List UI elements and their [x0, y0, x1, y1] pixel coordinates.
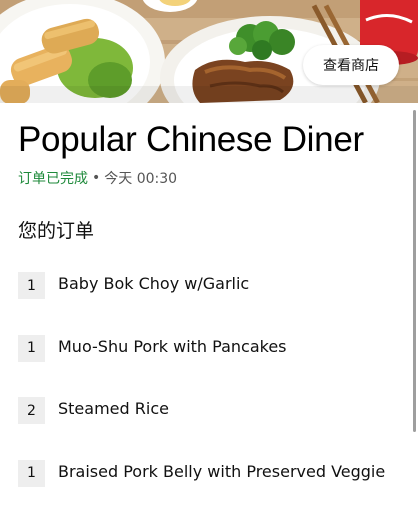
order-status: 订单已完成	[18, 168, 88, 188]
order-item-list: 1 Baby Bok Choy w/Garlic 1 Muo-Shu Pork …	[18, 266, 413, 516]
order-item: 1 Baby Bok Choy w/Garlic	[18, 266, 413, 329]
item-name: Baby Bok Choy w/Garlic	[58, 266, 249, 302]
store-name: Popular Chinese Diner	[18, 120, 364, 160]
item-name: Braised Pork Belly with Preserved Veggie	[58, 454, 385, 490]
item-quantity-badge: 1	[18, 272, 45, 299]
item-name: Steamed Rice	[58, 391, 169, 427]
order-time: 今天 00:30	[104, 168, 177, 188]
item-name: Muo-Shu Pork with Pancakes	[58, 329, 287, 365]
order-item: 1 Braised Pork Belly with Preserved Vegg…	[18, 454, 413, 516]
item-quantity-badge: 2	[18, 397, 45, 424]
order-item: 2 Steamed Rice	[18, 391, 413, 454]
order-status-line: 订单已完成 • 今天 00:30	[18, 168, 177, 188]
item-quantity-badge: 1	[18, 460, 45, 487]
order-section-title: 您的订单	[18, 216, 94, 243]
view-store-button[interactable]: 查看商店	[303, 45, 399, 85]
order-item: 1 Muo-Shu Pork with Pancakes	[18, 329, 413, 392]
scrollbar[interactable]	[413, 110, 416, 432]
item-quantity-badge: 1	[18, 335, 45, 362]
status-separator: •	[92, 170, 100, 186]
